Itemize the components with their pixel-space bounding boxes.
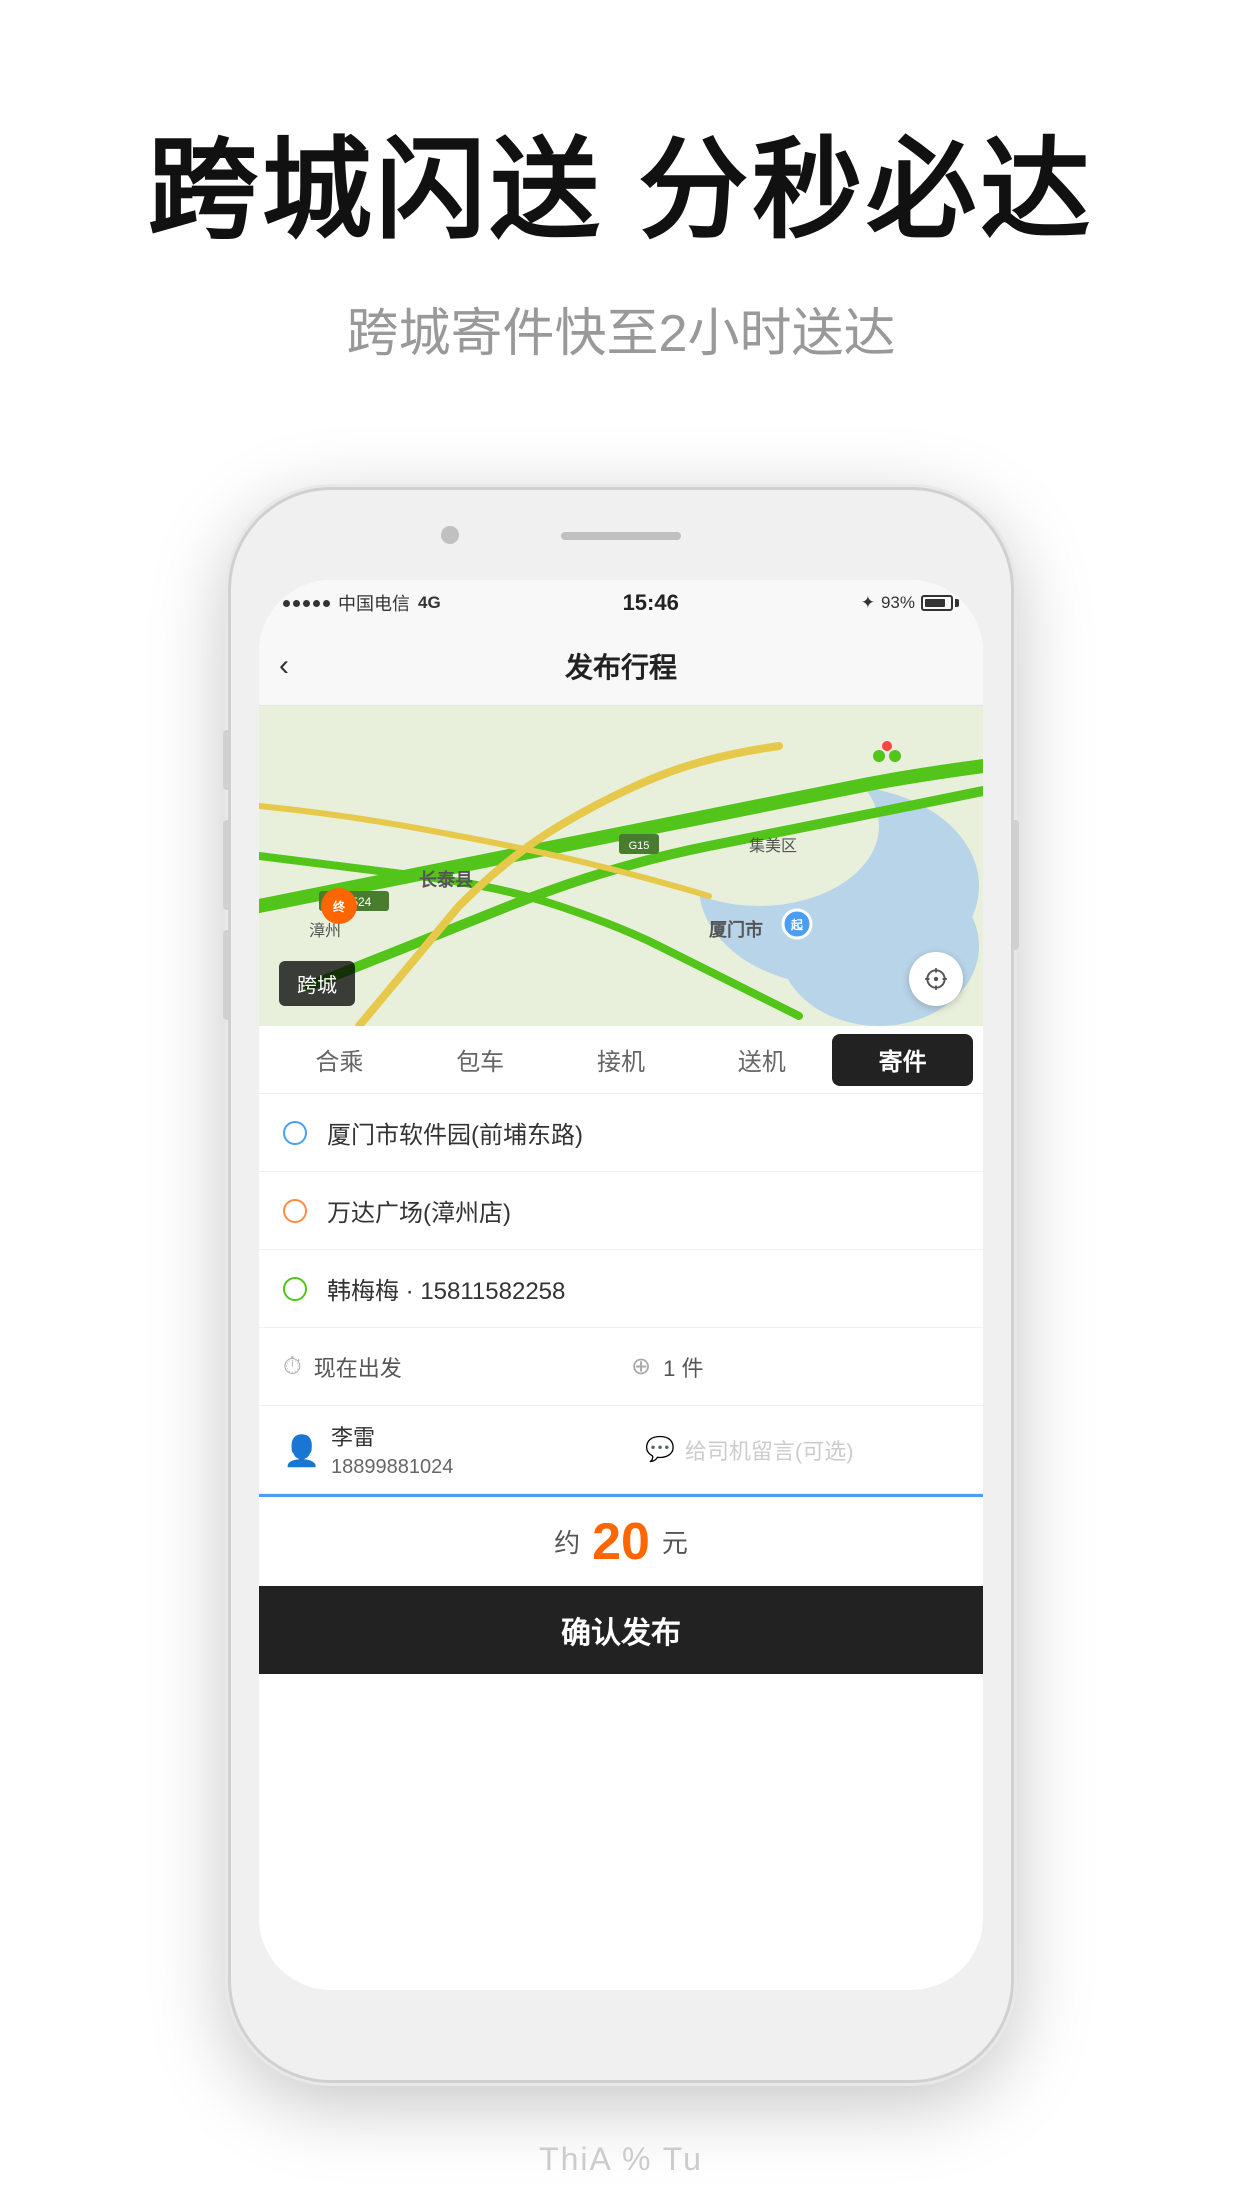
svg-text:漳州: 漳州 [309,922,341,940]
from-location-row[interactable]: 厦门市软件园(前埔东路) [259,1094,983,1172]
depart-count-row: ⏱ 现在出发 ⊕ 1 件 [259,1328,983,1406]
svg-text:终: 终 [333,899,346,914]
map-area[interactable]: S1524 G15 长泰县 集美区 厦门市 漳州 起 终 [259,706,983,1026]
location-icon: ✦ [861,593,875,613]
depart-label: 现在出发 [314,1351,402,1383]
note-placeholder-text: 给司机留言(可选) [685,1434,854,1466]
location-button[interactable] [909,952,963,1006]
signal-dot-1 [283,600,290,607]
person-row: 👤 李雷 18899881024 💬 给司机留言(可选) [259,1406,983,1494]
back-button[interactable]: ‹ [279,649,289,683]
svg-text:起: 起 [790,917,804,932]
price-unit: 元 [662,1523,688,1560]
price-bar: 约 20 元 [259,1494,983,1586]
svg-text:厦门市: 厦门市 [709,919,763,940]
from-icon [283,1121,307,1145]
tab-hecheng[interactable]: 合乘 [269,1026,410,1093]
tab-baocher[interactable]: 包车 [410,1026,551,1093]
signal-dot-4 [313,600,320,607]
power-button [1011,820,1019,950]
map-svg: S1524 G15 长泰县 集美区 厦门市 漳州 起 终 [259,706,983,1026]
from-location-text: 厦门市软件园(前埔东路) [327,1115,583,1150]
hero-section: 跨城闪送 分秒必达 跨城寄件快至2小时送达 [0,0,1242,366]
to-icon [283,1199,307,1223]
status-bar: 中国电信 4G 15:46 ✦ 93% [259,580,983,626]
cross-city-badge: 跨城 [279,961,355,1006]
volume-down-button [223,930,231,1020]
battery-tip [955,599,959,607]
person-note[interactable]: 💬 给司机留言(可选) [645,1434,959,1466]
watermark: ThiA % Tu [539,2141,703,2178]
depart-col[interactable]: ⏱ 现在出发 [283,1351,611,1383]
contact-row[interactable]: 韩梅梅 · 15811582258 [259,1250,983,1328]
person-icon: 👤 [283,1434,315,1466]
svg-text:G15: G15 [629,840,650,852]
clock-icon: ⏱ [283,1353,302,1381]
form-area: 厦门市软件园(前埔东路) 万达广场(漳州店) 韩梅梅 · 15811582258… [259,1094,983,1494]
signal-dot-5 [323,600,330,607]
volume-up-button [223,820,231,910]
person-phone: 18899881024 [331,1456,645,1479]
count-icon: ⊕ [631,1352,651,1381]
phone-mockup: 中国电信 4G 15:46 ✦ 93% ‹ [231,490,1011,2080]
to-location-text: 万达广场(漳州店) [327,1193,511,1228]
svg-text:长泰县: 长泰县 [419,869,473,890]
svg-text:集美区: 集美区 [749,837,797,855]
count-label: 1 件 [663,1351,703,1383]
comment-icon: 💬 [645,1435,675,1464]
tab-jieji[interactable]: 接机 [551,1026,692,1093]
confirm-button[interactable]: 确认发布 [259,1586,983,1674]
contact-icon [283,1277,307,1301]
price-amount: 20 [592,1512,650,1572]
battery-fill [925,599,945,607]
carrier-label: 中国电信 [338,590,410,616]
contact-text: 韩梅梅 · 15811582258 [327,1271,565,1306]
phone-shell: 中国电信 4G 15:46 ✦ 93% ‹ [231,490,1011,2080]
tab-songji[interactable]: 送机 [691,1026,832,1093]
count-col[interactable]: ⊕ 1 件 [611,1351,959,1383]
speaker [561,532,681,540]
mute-button [223,730,231,790]
person-info: 李雷 18899881024 [331,1420,645,1479]
front-camera [441,526,459,544]
battery-body [921,595,953,611]
tab-jijian[interactable]: 寄件 [832,1034,973,1086]
nav-bar: ‹ 发布行程 [259,626,983,706]
status-left: 中国电信 4G [283,590,441,616]
price-prefix: 约 [554,1523,580,1560]
confirm-button-label: 确认发布 [561,1608,681,1652]
hero-subtitle: 跨城寄件快至2小时送达 [0,291,1242,366]
signal-icon [283,600,330,607]
time-label: 15:46 [623,590,679,616]
network-label: 4G [418,593,441,613]
nav-title: 发布行程 [565,646,677,686]
person-name: 李雷 [331,1420,645,1452]
to-location-row[interactable]: 万达广场(漳州店) [259,1172,983,1250]
phone-screen: 中国电信 4G 15:46 ✦ 93% ‹ [259,580,983,1990]
signal-dot-2 [293,600,300,607]
battery-pct: 93% [881,593,915,613]
hero-title: 跨城闪送 分秒必达 [0,130,1242,251]
battery-icon [921,595,959,611]
crosshair-icon [923,966,949,992]
tab-row: 合乘 包车 接机 送机 寄件 [259,1026,983,1094]
signal-dot-3 [303,600,310,607]
status-right: ✦ 93% [861,593,959,613]
